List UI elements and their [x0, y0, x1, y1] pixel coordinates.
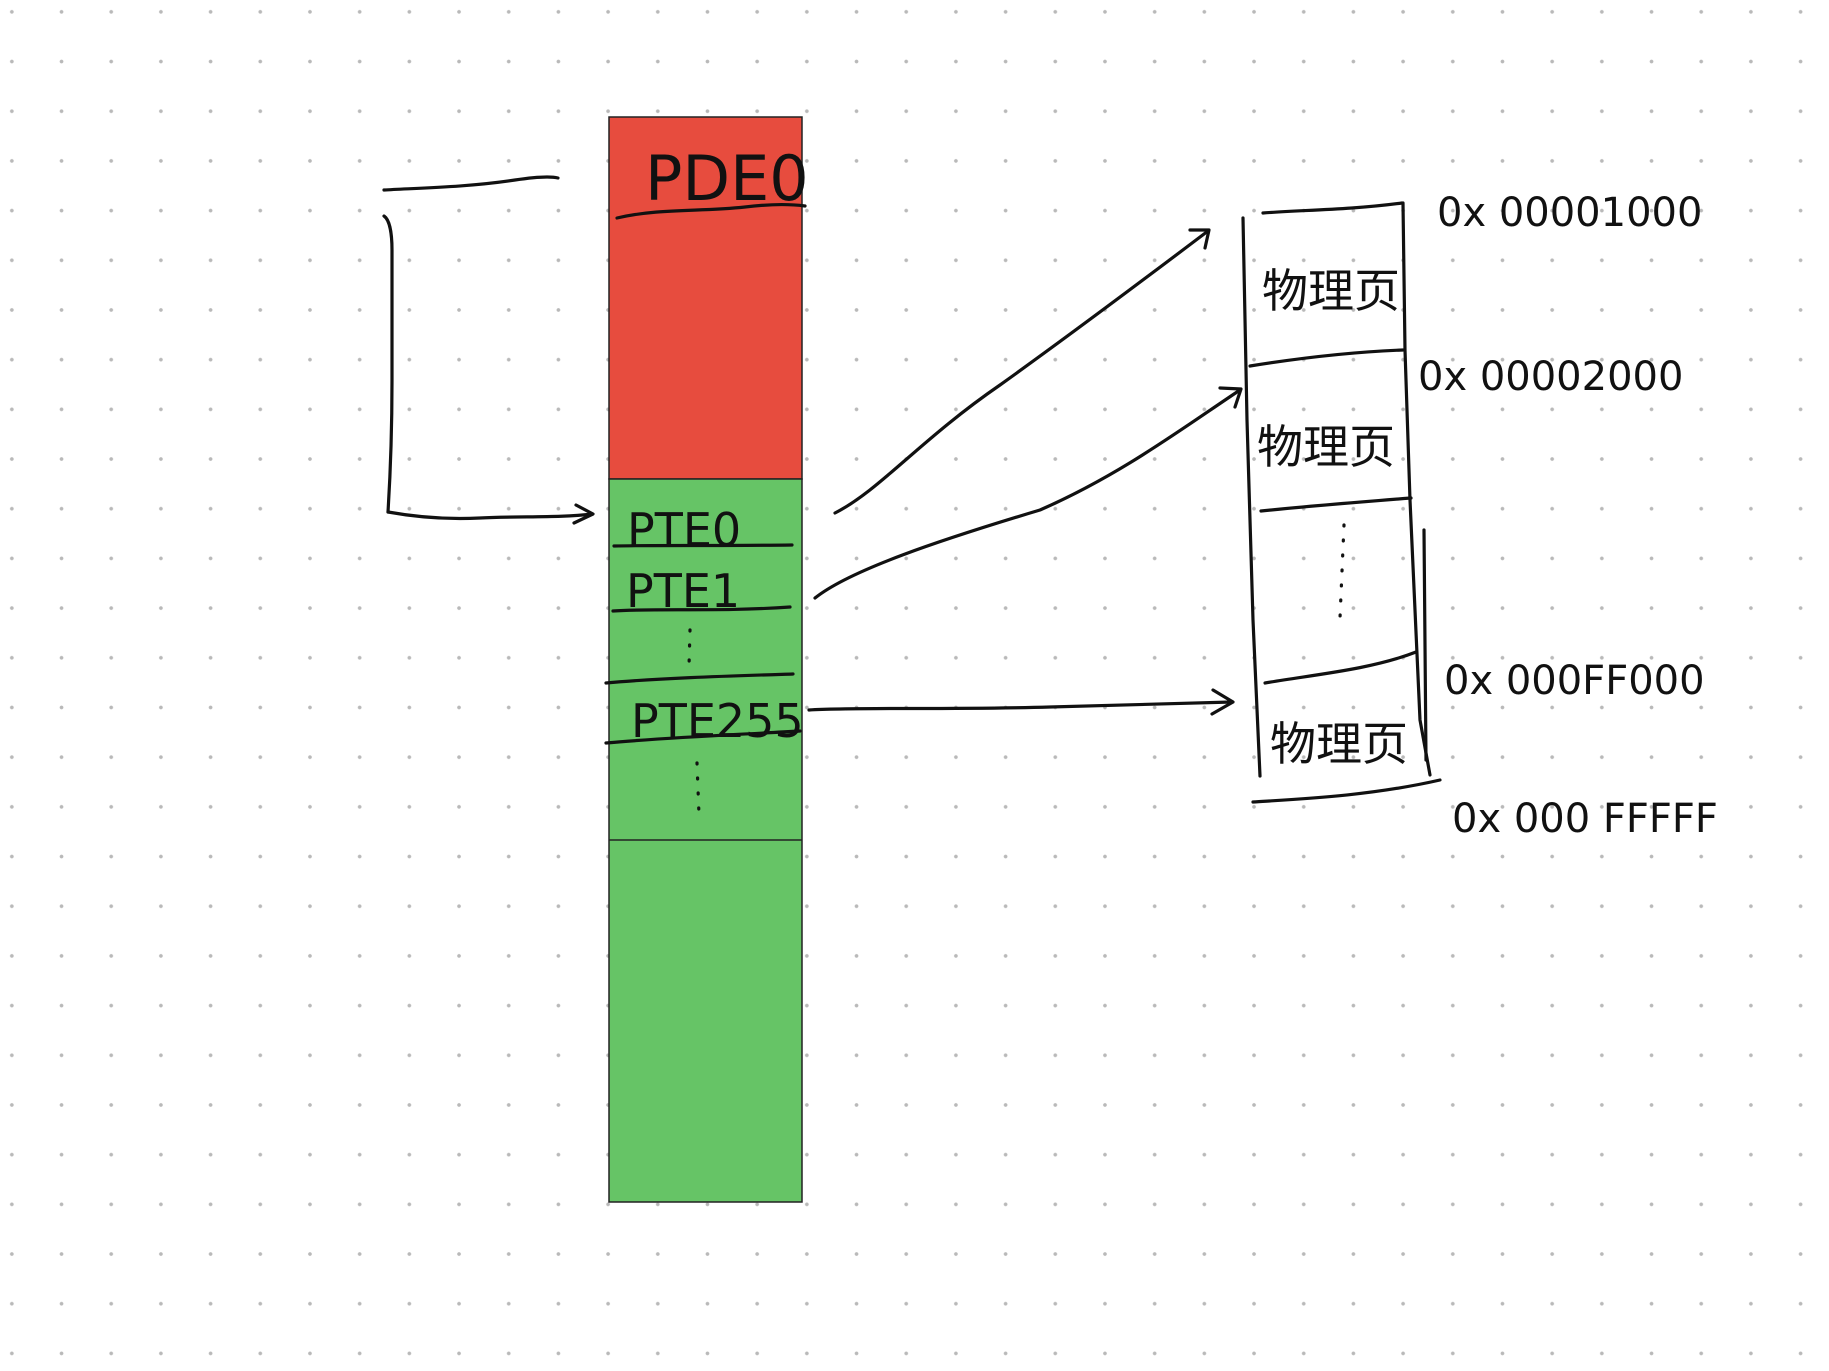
physical-memory-top: [1261, 201, 1404, 215]
address-label-3: 0x 000FF000: [1444, 658, 1705, 704]
pde-to-pte-bracket-vertical: [382, 214, 394, 514]
pte255-to-page-arrow: [807, 700, 1234, 712]
physical-memory-bottom: [1251, 778, 1442, 804]
page-divider-2: [1259, 496, 1413, 513]
page-divider-3: [1263, 650, 1418, 685]
paging-diagram: PDE0 PTE0 PTE1 PTE255 物理页 物理页 物理页 0x 000…: [382, 116, 1718, 1203]
address-label-2: 0x 00002000: [1418, 354, 1683, 400]
dotted-canvas: PDE0 PTE0 PTE1 PTE255 物理页 物理页 物理页 0x 000…: [0, 0, 1829, 1371]
physical-page-label-1: 物理页: [1262, 264, 1400, 318]
physical-memory-ellipsis: [1338, 523, 1346, 620]
address-label-1: 0x 00001000: [1437, 190, 1702, 236]
physical-memory-right-edge-2: [1422, 528, 1428, 762]
pte0-underline: [612, 543, 794, 548]
pde-to-pte-bracket: [382, 175, 560, 192]
pde-to-pte-arrow-line: [386, 510, 594, 521]
pte1-to-page-arrow: [813, 388, 1242, 600]
physical-page-label-3: 物理页: [1270, 717, 1408, 771]
page-divider-1: [1248, 348, 1405, 368]
address-label-4: 0x 000 FFFFF: [1452, 796, 1718, 842]
pte0-to-page-arrow: [833, 229, 1210, 515]
physical-page-label-2: 物理页: [1257, 420, 1395, 474]
physical-memory-left-edge: [1241, 216, 1262, 778]
pte0-label: PTE0: [627, 503, 741, 557]
